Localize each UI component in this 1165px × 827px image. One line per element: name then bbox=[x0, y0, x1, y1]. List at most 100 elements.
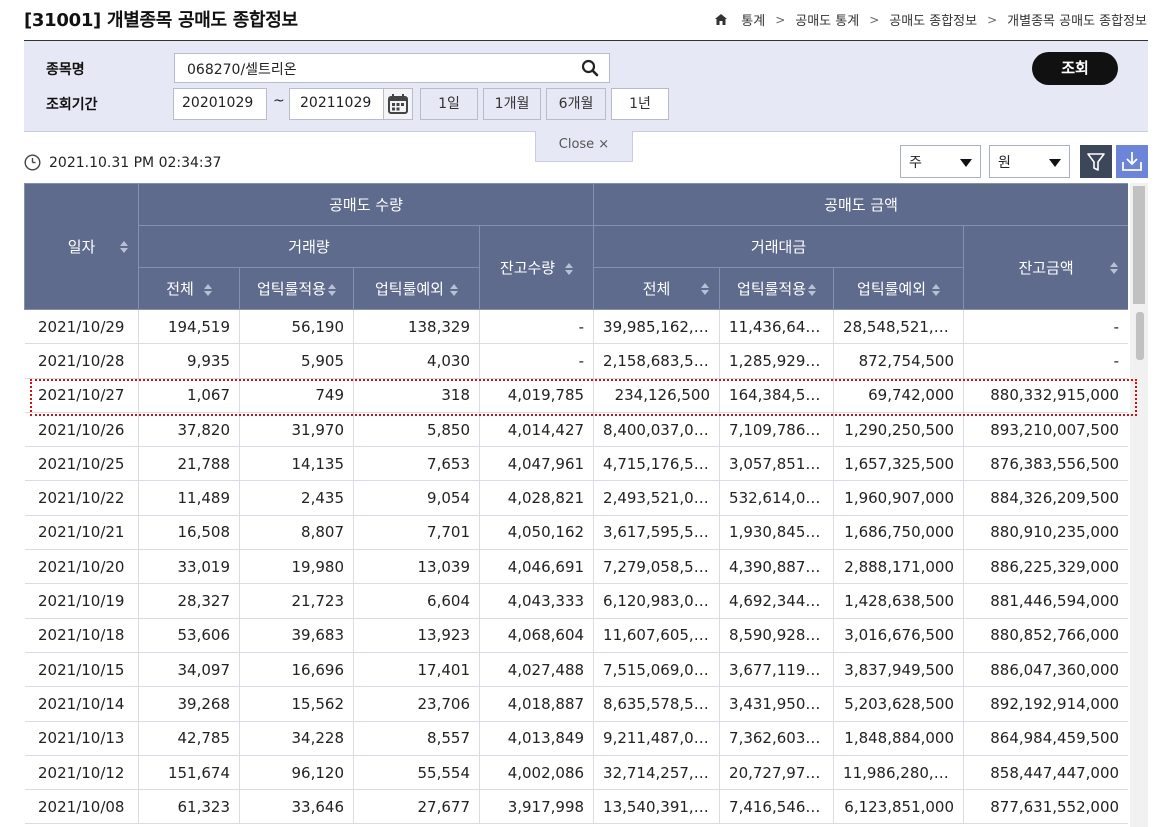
filter-button[interactable] bbox=[1080, 145, 1112, 178]
value-cell: 1,930,845,5... bbox=[719, 515, 835, 551]
table-row[interactable]: 2021/10/13 42,785 34,228 8,557 4,013,849 9,21… bbox=[24, 721, 1128, 756]
table-row[interactable]: 2021/10/25 21,788 14,135 7,653 4,047,961 4,71… bbox=[24, 446, 1128, 482]
value-cell: 16,696 bbox=[239, 652, 354, 688]
value-cell: 884,326,209,500 bbox=[963, 480, 1128, 516]
calendar-button[interactable] bbox=[383, 88, 413, 120]
col-date-header[interactable]: 일자 bbox=[24, 183, 139, 310]
scrollbar-thumb[interactable] bbox=[1136, 312, 1144, 360]
value-cell: 880,910,235,000 bbox=[963, 515, 1128, 551]
value-cell: 1,285,929,0... bbox=[719, 343, 835, 379]
value-cell: 6,120,983,000 bbox=[593, 583, 721, 619]
value-cell: 13,039 bbox=[353, 549, 480, 585]
range-1month-button[interactable]: 1개월 bbox=[483, 88, 541, 120]
end-date-input[interactable]: 20211029 bbox=[289, 88, 383, 120]
table-row[interactable]: 2021/10/14 39,268 15,562 23,706 4,018,887 8,6… bbox=[24, 686, 1128, 722]
col-amount-balance-header[interactable]: 잔고금액 bbox=[963, 225, 1128, 310]
breadcrumb-item[interactable]: 개별종목 공매도 종합정보 bbox=[1007, 10, 1147, 29]
stock-search-input[interactable]: 068270/셀트리온 bbox=[174, 53, 610, 83]
table-row[interactable]: 2021/10/29 194,519 56,190 138,329-39,985,16… bbox=[24, 309, 1128, 345]
value-cell: 69,742,000 bbox=[833, 378, 965, 413]
amount-group-header: 공매도 금액 bbox=[593, 183, 1128, 226]
value-cell: - bbox=[479, 343, 595, 379]
value-cell: - bbox=[479, 309, 595, 345]
table-row[interactable]: 2021/10/21 16,508 8,807 7,701 4,050,162 3,617… bbox=[24, 515, 1128, 551]
value-cell: 33,019 bbox=[138, 549, 240, 585]
value-cell: 11,986,280,000 bbox=[833, 755, 965, 791]
value-cell: 893,210,007,500 bbox=[963, 412, 1128, 448]
col-amount-uptick-exempt-header[interactable]: 업틱룰예외 bbox=[833, 267, 965, 310]
value-cell: 1,657,325,500 bbox=[833, 446, 965, 482]
table-row[interactable]: 2021/10/12 151,674 96,120 55,554 4,002,086 32… bbox=[24, 755, 1128, 791]
value-cell: 4,047,961 bbox=[479, 446, 595, 482]
range-1day-button[interactable]: 1일 bbox=[420, 88, 478, 120]
table-row[interactable]: 2021/10/20 33,019 19,980 13,039 4,046,691 7,2… bbox=[24, 549, 1128, 585]
value-cell: 33,646 bbox=[239, 789, 354, 825]
value-cell: 1,848,884,000 bbox=[833, 721, 965, 756]
value-cell: - bbox=[963, 343, 1128, 379]
value-cell: 858,447,447,000 bbox=[963, 755, 1128, 791]
table-row[interactable]: 2021/10/18 53,606 39,683 13,923 4,068,604 11,… bbox=[24, 618, 1128, 653]
col-amount-total-header[interactable]: 전체 bbox=[593, 267, 721, 310]
col-volume-uptick-applied-header[interactable]: 업틱룰적용 bbox=[239, 267, 354, 310]
volume-trade-header: 거래량 bbox=[138, 225, 480, 268]
sort-icon[interactable] bbox=[203, 283, 212, 296]
col-amount-uptick-applied-header[interactable]: 업틱룰적용 bbox=[719, 267, 835, 310]
table-row[interactable]: 2021/10/08 61,323 33,646 27,677 3,917,998 13,… bbox=[24, 789, 1128, 825]
value-cell: 6,604 bbox=[353, 583, 480, 619]
download-button[interactable] bbox=[1116, 145, 1148, 178]
date-cell: 2021/10/27 bbox=[24, 378, 139, 413]
search-icon[interactable] bbox=[581, 59, 599, 77]
table-body: 2021/10/29 194,519 56,190 138,329-39,985,16… bbox=[24, 309, 1128, 825]
query-button[interactable]: 조회 bbox=[1032, 52, 1118, 85]
table-row[interactable]: 2021/10/26 37,820 31,970 5,850 4,014,427 8,40… bbox=[24, 412, 1128, 448]
range-1year-button[interactable]: 1년 bbox=[611, 88, 669, 120]
money-unit-select[interactable]: 원 bbox=[989, 145, 1070, 178]
search-panel: 종목명 068270/셀트리온 조회기간 20201029 ~ 20211029… bbox=[24, 41, 1148, 132]
caret-down-icon bbox=[960, 159, 972, 167]
value-cell: 4,050,162 bbox=[479, 515, 595, 551]
share-unit-select[interactable]: 주 bbox=[900, 145, 981, 178]
start-date-input[interactable]: 20201029 bbox=[173, 88, 267, 120]
value-cell: 8,400,037,000 bbox=[593, 412, 721, 448]
col-volume-balance-header[interactable]: 잔고수량 bbox=[478, 225, 595, 310]
value-cell: 532,614,000 bbox=[719, 480, 835, 516]
sort-icon[interactable] bbox=[1110, 261, 1119, 274]
breadcrumb-item[interactable]: 공매도 종합정보 bbox=[889, 10, 977, 29]
sort-icon[interactable] bbox=[328, 283, 336, 296]
calendar-icon bbox=[388, 94, 408, 114]
breadcrumb-item[interactable]: 공매도 통계 bbox=[795, 10, 859, 29]
sort-icon[interactable] bbox=[701, 282, 710, 295]
value-cell: 4,027,488 bbox=[479, 652, 595, 688]
value-cell: 7,109,786,5... bbox=[719, 412, 835, 448]
value-cell: 39,268 bbox=[138, 686, 240, 722]
value-cell: 96,120 bbox=[239, 755, 354, 791]
range-6month-button[interactable]: 6개월 bbox=[546, 88, 606, 120]
sort-icon[interactable] bbox=[808, 283, 817, 296]
sort-icon[interactable] bbox=[932, 283, 941, 296]
table-row[interactable]: 2021/10/19 28,327 21,723 6,604 4,043,333 6,12… bbox=[24, 583, 1128, 619]
table-row[interactable]: 2021/10/22 11,489 2,435 9,054 4,028,821 2,493… bbox=[24, 480, 1128, 516]
value-cell: 55,554 bbox=[353, 755, 480, 791]
value-cell: 23,706 bbox=[353, 686, 480, 722]
breadcrumb-item[interactable]: 통계 bbox=[741, 10, 765, 29]
col-volume-total-header[interactable]: 전체 bbox=[138, 267, 240, 310]
value-cell: 877,631,552,000 bbox=[963, 789, 1128, 825]
value-cell: 5,905 bbox=[239, 343, 354, 379]
sort-icon[interactable] bbox=[565, 262, 574, 275]
value-cell: 4,018,887 bbox=[479, 686, 595, 722]
value-cell: 56,190 bbox=[239, 309, 354, 345]
close-panel-button[interactable]: Close × bbox=[535, 131, 633, 162]
col-volume-uptick-exempt-header[interactable]: 업틱룰예외 bbox=[353, 267, 480, 310]
home-icon[interactable] bbox=[715, 14, 728, 25]
sort-icon[interactable] bbox=[450, 283, 458, 296]
value-cell: 4,030 bbox=[353, 343, 480, 379]
sort-icon[interactable] bbox=[120, 240, 128, 253]
value-cell: 32,714,257,0... bbox=[593, 755, 721, 791]
value-cell: 4,046,691 bbox=[479, 549, 595, 585]
value-cell: 11,607,605,0... bbox=[593, 618, 721, 653]
table-row[interactable]: 2021/10/28 9,935 5,905 4,030-2,158,683,500 1… bbox=[24, 343, 1128, 379]
table-row[interactable]: 2021/10/27 1,067 749 318 4,019,785 234,126,50… bbox=[24, 378, 1128, 413]
value-cell: 164,384,500 bbox=[719, 378, 835, 413]
value-cell: 194,519 bbox=[138, 309, 240, 345]
table-row[interactable]: 2021/10/15 34,097 16,696 17,401 4,027,488 7,5… bbox=[24, 652, 1128, 688]
